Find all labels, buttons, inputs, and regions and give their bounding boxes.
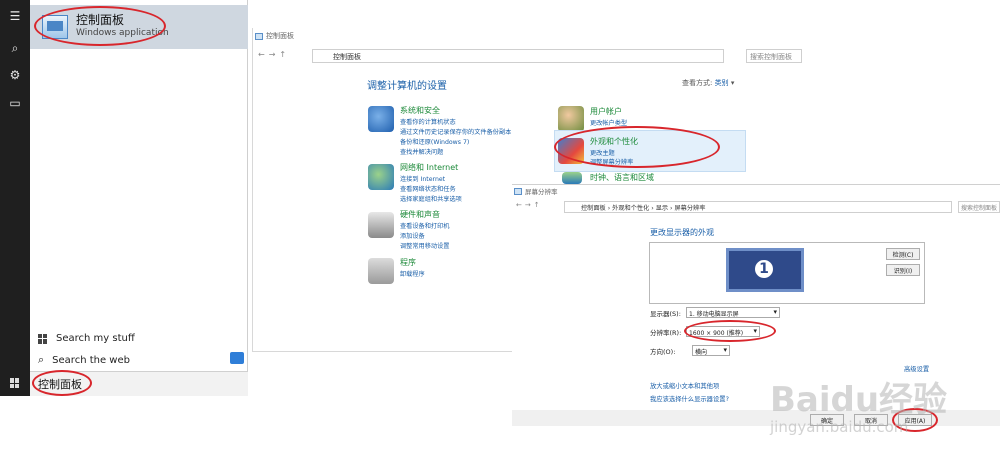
gear-icon[interactable]: ⚙ [7,67,23,83]
resolution-label: 分辨率(R): [650,329,682,337]
chat-bubble-icon[interactable] [230,352,244,364]
display-settings-breadcrumb[interactable]: 控制面板 › 外观和个性化 › 显示 › 屏幕分辨率 [564,201,952,213]
shield-icon [368,106,394,132]
feedback-icon[interactable]: ▭ [7,95,23,111]
link-add-device[interactable]: 添加设备 [400,231,425,240]
display-settings-titlebar: 屏幕分辨率 [514,186,558,196]
category-hardware-sound[interactable]: 硬件和声音 [400,209,440,220]
display-settings-heading: 更改显示器的外观 [650,228,714,237]
baidu-watermark-logo: Baidu经验 [770,380,948,420]
nav-arrows-icon[interactable]: ←→↑ [258,50,290,59]
window-icon [255,32,263,40]
link-homegroup[interactable]: 选择家庭组和共享选项 [400,194,462,203]
link-connect-internet[interactable]: 连接到 Internet [400,174,445,183]
view-by-label: 查看方式: [682,79,713,87]
annotation-ring-best-match [34,6,166,46]
printer-icon [368,212,394,238]
link-backup-restore[interactable]: 备份和还原(Windows 7) [400,137,469,146]
search-the-web-button[interactable]: ⌕ Search the web [38,353,130,367]
annotation-ring-search [32,370,92,396]
annotation-ring-resolution [684,320,776,342]
search-icon: ⌕ [38,353,45,366]
annotation-ring-appearance [554,126,720,168]
link-network-status[interactable]: 查看网络状态和任务 [400,184,456,193]
control-panel-heading: 调整计算机的设置 [367,81,447,92]
control-panel-address-bar[interactable]: 控制面板 [312,49,724,63]
view-by-value[interactable]: 类别 [715,79,729,87]
link-view-status[interactable]: 查看你的计算机状态 [400,117,456,126]
choose-display-link[interactable]: 我应该选择什么显示器设置? [650,394,729,403]
link-devices-printers[interactable]: 查看设备和打印机 [400,221,450,230]
user-accounts-icon [558,106,584,132]
orientation-select[interactable]: 横向 [692,345,730,356]
category-network-internet[interactable]: 网络和 Internet [400,162,458,173]
orientation-label: 方向(O): [650,348,676,356]
windows-logo-icon [38,333,48,344]
control-panel-titlebar: 控制面板 [255,31,294,41]
windows-logo-icon [10,378,20,388]
display-settings-window-title: 屏幕分辨率 [525,188,558,196]
category-programs[interactable]: 程序 [400,257,416,268]
start-menu-strip: ☰ ⌕ ⚙ ▭ [0,0,30,396]
search-the-web-label: Search the web [52,354,130,366]
category-system-security[interactable]: 系统和安全 [400,105,440,116]
monitor-number: 1 [753,258,775,280]
hamburger-menu-icon[interactable]: ☰ [7,8,23,24]
search-icon[interactable]: ⌕ [7,40,23,56]
window-icon [514,187,522,195]
nav-arrows-icon[interactable]: ←→↑ [516,201,543,209]
detect-button[interactable]: 检测(C) [886,248,920,260]
programs-icon [368,258,394,284]
start-button[interactable] [0,371,30,396]
link-troubleshoot[interactable]: 查找并解决问题 [400,147,443,156]
globe-network-icon [368,164,394,190]
category-clock-region[interactable]: 时钟、语言和区域 [590,172,654,184]
display-label: 显示器(S): [650,310,681,318]
display-settings-search-input[interactable]: 搜索控制面板 [958,201,1000,213]
text-size-link[interactable]: 放大或缩小文本和其他项 [650,381,719,390]
search-my-stuff-button[interactable]: Search my stuff [38,333,135,344]
view-by-selector[interactable]: 查看方式: 类别 ▾ [682,78,734,88]
control-panel-window-title: 控制面板 [266,32,294,40]
clock-region-icon [562,172,582,184]
category-user-accounts[interactable]: 用户帐户 [590,106,622,117]
link-mobility-settings[interactable]: 调整常用移动设置 [400,241,450,250]
control-panel-search-input[interactable]: 搜索控制面板 [746,49,802,63]
baidu-watermark-url: jingyan.baidu.com [770,418,909,436]
link-file-history[interactable]: 通过文件历史记录保存你的文件备份副本 [400,127,511,136]
link-uninstall-program[interactable]: 卸载程序 [400,269,425,278]
display-select[interactable]: 1. 移动电脑显示屏 [686,307,780,318]
identify-button[interactable]: 识别(I) [886,264,920,276]
search-my-stuff-label: Search my stuff [56,333,135,344]
